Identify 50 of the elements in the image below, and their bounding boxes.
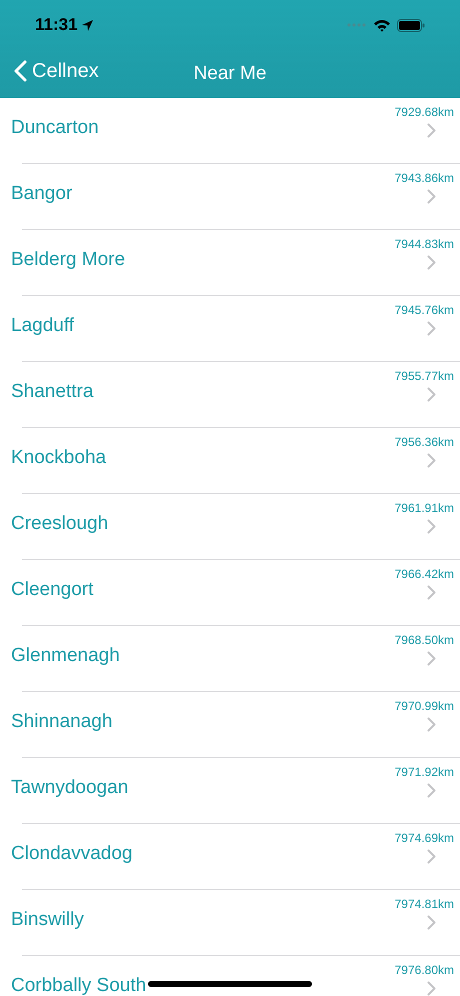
place-name: Shanettra bbox=[11, 382, 94, 401]
distance-label: 7968.50km bbox=[394, 633, 454, 647]
place-name: Shinnanagh bbox=[11, 712, 112, 731]
wifi-icon bbox=[373, 18, 391, 32]
chevron-right-icon bbox=[427, 189, 436, 204]
distance-label: 7943.86km bbox=[394, 171, 454, 185]
distance-label: 7961.91km bbox=[394, 501, 454, 515]
distance-label: 7929.68km bbox=[394, 105, 454, 119]
place-name: Bangor bbox=[11, 184, 72, 203]
distance-label: 7971.92km bbox=[394, 765, 454, 779]
distance-label: 7974.81km bbox=[394, 897, 454, 911]
chevron-right-icon bbox=[427, 519, 436, 534]
distance-label: 7945.76km bbox=[394, 303, 454, 317]
place-name: Duncarton bbox=[11, 118, 99, 137]
chevron-right-icon bbox=[427, 783, 436, 798]
place-name: Clondavvadog bbox=[11, 844, 132, 863]
place-name: Corbbally South bbox=[11, 976, 146, 995]
status-time: 11:31 bbox=[35, 14, 78, 36]
chevron-right-icon bbox=[427, 981, 436, 996]
distance-label: 7970.99km bbox=[394, 699, 454, 713]
chevron-right-icon bbox=[427, 915, 436, 930]
distance-label: 7944.83km bbox=[394, 237, 454, 251]
chevron-right-icon bbox=[427, 453, 436, 468]
nav-title: Near Me bbox=[194, 62, 266, 86]
place-name: Belderg More bbox=[11, 250, 126, 269]
chevron-right-icon bbox=[427, 717, 436, 732]
chevron-left-icon bbox=[13, 60, 27, 82]
distance-label: 7955.77km bbox=[394, 369, 454, 383]
chevron-right-icon bbox=[427, 849, 436, 864]
chevron-right-icon bbox=[427, 321, 436, 336]
distance-label: 7974.69km bbox=[394, 831, 454, 845]
location-arrow-icon bbox=[80, 18, 94, 32]
place-name: Glenmenagh bbox=[11, 646, 120, 665]
distance-label: 7956.36km bbox=[394, 435, 454, 449]
place-name: Cleengort bbox=[11, 580, 94, 599]
chevron-right-icon bbox=[427, 123, 436, 138]
battery-icon bbox=[397, 18, 425, 32]
place-name: Knockboha bbox=[11, 448, 106, 467]
place-name: Binswilly bbox=[11, 910, 84, 929]
place-name: Lagduff bbox=[11, 316, 74, 335]
signal-dots-icon bbox=[347, 23, 367, 27]
distance-label: 7976.80km bbox=[394, 963, 454, 977]
place-name: Tawnydoogan bbox=[11, 778, 128, 797]
distance-label: 7966.42km bbox=[394, 567, 454, 581]
place-name: Creeslough bbox=[11, 514, 108, 533]
back-button[interactable]: Cellnex bbox=[0, 56, 99, 86]
chevron-right-icon bbox=[427, 387, 436, 402]
chevron-right-icon bbox=[427, 255, 436, 270]
chevron-right-icon bbox=[427, 651, 436, 666]
chevron-right-icon bbox=[427, 585, 436, 600]
